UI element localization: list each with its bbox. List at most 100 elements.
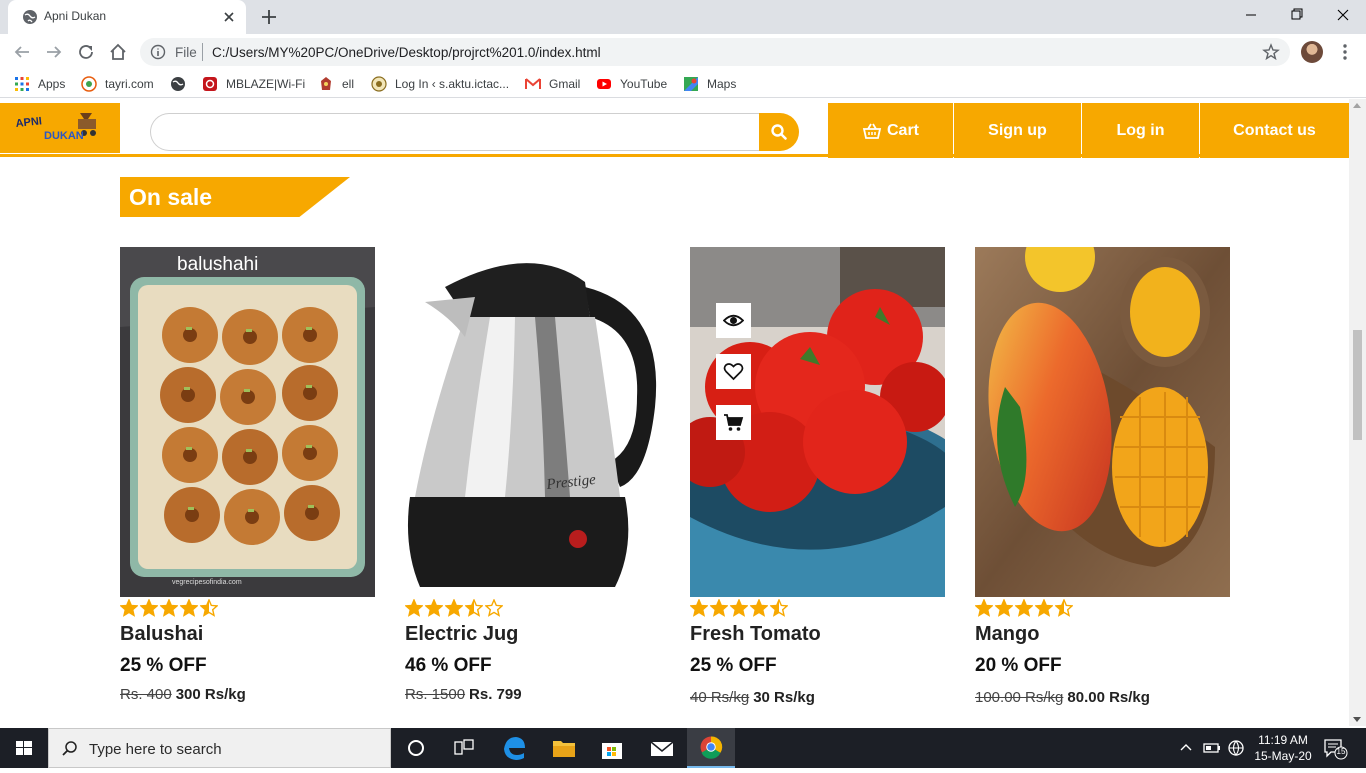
chrome-icon[interactable] [687,728,735,768]
scrollbar-thumb[interactable] [1353,330,1362,440]
site-search-button[interactable] [759,113,799,151]
mail-icon[interactable] [638,728,686,768]
bookmark-tayri[interactable]: tayri.com [81,75,154,93]
product-name[interactable]: Fresh Tomato [690,623,821,646]
battery-icon[interactable] [1203,740,1221,756]
action-center-button[interactable]: 15 [1322,736,1348,760]
bookmark-aktu[interactable]: Log In ‹ s.aktu.ictac... [371,75,509,93]
store-icon[interactable] [588,728,636,768]
profile-avatar[interactable] [1301,41,1323,63]
divider [202,43,203,61]
product-card[interactable]: Fresh Tomato 25 % OFF 40 Rs/kg 30 Rs/kg [690,247,945,717]
quick-view-button[interactable] [716,303,751,338]
back-icon[interactable] [11,41,33,63]
edge-icon[interactable] [490,728,538,768]
product-image-kettle[interactable]: Prestige [405,247,660,597]
nav-sign-up-label: Sign up [988,121,1047,139]
nav-log-in[interactable]: Log in [1082,103,1200,158]
address-bar[interactable]: File C:/Users/MY%20PC/OneDrive/Desktop/p… [140,38,1290,66]
product-image-balushahi[interactable]: balushahi vegrecipesofindia.com [120,247,375,597]
close-tab-icon[interactable] [220,8,238,26]
close-window-icon[interactable] [1320,0,1366,30]
star-full-icon [750,599,768,617]
search-icon [62,741,77,756]
chevron-up-icon[interactable] [1178,740,1194,756]
clock-date: 15-May-20 [1254,749,1312,763]
cortana-icon[interactable] [392,728,440,768]
product-card[interactable]: Prestige Electric Jug 46 % OFF Rs. 1500 R… [405,247,660,717]
url-text[interactable]: C:/Users/MY%20PC/OneDrive/Desktop/projrc… [212,45,601,60]
star-full-icon [140,599,158,617]
bookmark-globe[interactable] [170,75,194,93]
reload-icon[interactable] [75,41,97,63]
scroll-down-arrow-icon[interactable] [1353,717,1361,722]
product-name[interactable]: Balushai [120,623,203,646]
header-underline [0,154,1349,157]
basket-icon [862,123,882,139]
bookmark-maps[interactable]: Maps [683,75,736,93]
home-icon[interactable] [107,41,129,63]
bookmark-star-icon[interactable] [1262,43,1280,61]
product-card[interactable]: Mango 20 % OFF 100.00 Rs/kg 80.00 Rs/kg [975,247,1230,717]
rating-stars [690,599,790,617]
bookmark-gmail[interactable]: Gmail [525,75,580,93]
network-globe-icon[interactable] [1227,739,1245,757]
more-menu-icon[interactable] [1336,41,1354,63]
nav-contact-us[interactable]: Contact us [1200,103,1349,158]
product-price: 40 Rs/kg 30 Rs/kg [690,689,815,706]
star-half-icon [200,599,218,617]
product-name[interactable]: Electric Jug [405,623,518,646]
rating-stars [405,599,505,617]
tab-title: Apni Dukan [44,9,107,23]
taskbar-clock[interactable]: 11:19 AM 15-May-20 [1248,732,1318,764]
product-discount: 20 % OFF [975,655,1062,676]
bookmark-youtube[interactable]: YouTube [596,75,667,93]
new-price: Rs. 799 [469,686,522,703]
bookmark-label: MBLAZE|Wi-Fi [226,77,306,91]
eye-icon [723,314,744,327]
nav-sign-up[interactable]: Sign up [954,103,1082,158]
start-button[interactable] [0,728,48,768]
add-to-cart-button[interactable] [716,405,751,440]
bookmark-label: Log In ‹ s.aktu.ictac... [395,77,510,91]
site-search-input[interactable] [150,113,760,151]
tayri-icon [81,76,97,92]
browser-tab[interactable]: Apni Dukan [8,0,246,34]
star-full-icon [445,599,463,617]
restore-icon[interactable] [1274,0,1320,30]
quick-actions [716,303,751,456]
task-view-icon[interactable] [440,728,488,768]
wishlist-button[interactable] [716,354,751,389]
file-explorer-icon[interactable] [540,728,588,768]
product-price: Rs. 1500 Rs. 799 [405,686,522,703]
product-price: 100.00 Rs/kg 80.00 Rs/kg [975,689,1150,706]
product-card[interactable]: balushahi vegrecipesofindia.com Balushai… [120,247,375,717]
bookmark-ell[interactable]: ell [318,75,354,93]
forward-icon[interactable] [43,41,65,63]
globe-icon [171,77,185,91]
old-price: 100.00 Rs/kg [975,689,1064,706]
site-logo[interactable]: APNI DUKAN [0,103,120,153]
bookmark-mblaze[interactable]: MBLAZE|Wi-Fi [202,75,305,93]
scroll-up-arrow-icon[interactable] [1353,103,1361,108]
bookmark-apps[interactable]: Apps [14,75,65,93]
star-half-icon [1055,599,1073,617]
nav-cart[interactable]: Cart [828,103,954,158]
maps-icon [684,77,698,91]
apni-dukan-logo: APNI DUKAN [15,113,96,142]
minimize-icon[interactable] [1228,0,1274,30]
star-full-icon [730,599,748,617]
product-image-mango[interactable] [975,247,1230,597]
bookmarks-bar: Apps tayri.com MBLAZE|Wi-Fi ell Log In ‹… [0,70,1366,98]
bookmark-label: ell [342,77,355,91]
new-tab-icon[interactable] [258,6,280,28]
product-name[interactable]: Mango [975,623,1039,646]
bookmark-label: Gmail [549,77,581,91]
apps-grid-icon [15,77,29,91]
info-icon[interactable] [150,44,166,60]
page-scrollbar[interactable] [1349,99,1366,726]
site-header: APNI DUKAN Cart Sign up Log in Contact u… [0,103,1349,158]
product-discount: 25 % OFF [690,655,777,676]
rating-stars [975,599,1075,617]
taskbar-search[interactable]: Type here to search [48,728,391,768]
